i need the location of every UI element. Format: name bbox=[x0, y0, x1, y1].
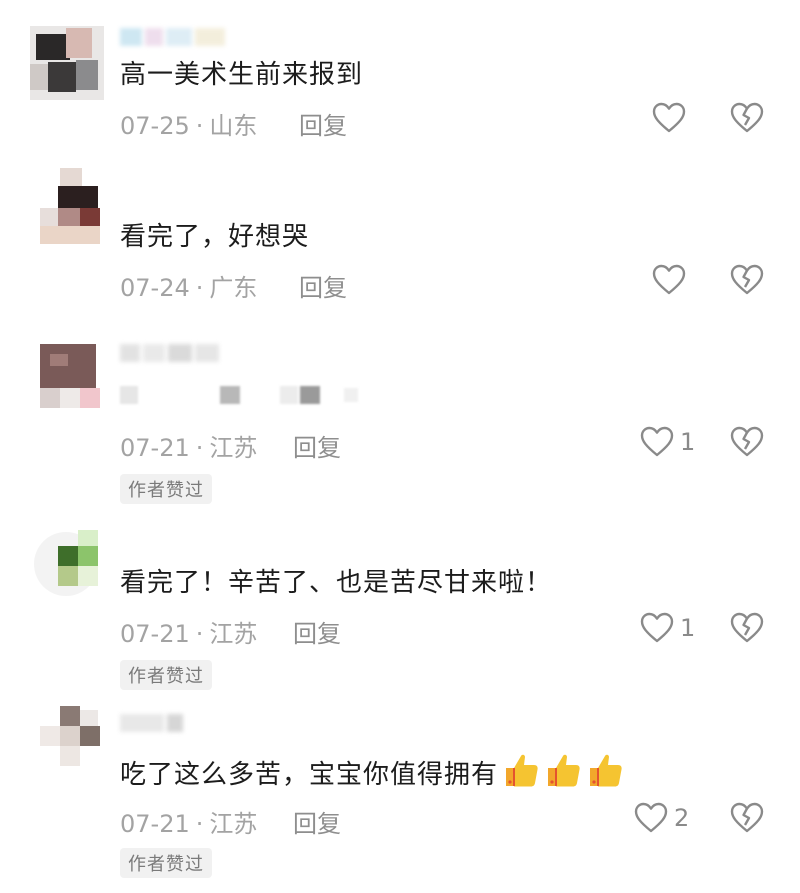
separator: · bbox=[195, 620, 204, 648]
avatar[interactable] bbox=[36, 340, 102, 410]
author-liked-badge: 作者赞过 bbox=[120, 660, 212, 690]
broken-heart-icon[interactable] bbox=[730, 802, 764, 834]
comment-text: 看完了，好想哭 bbox=[120, 222, 310, 252]
like-button[interactable]: 1 bbox=[640, 612, 695, 644]
comment-date: 07-21 bbox=[120, 434, 190, 462]
like-count: 1 bbox=[680, 428, 696, 456]
separator: · bbox=[195, 810, 204, 838]
comment-meta: 07-25 · 山东 回复 bbox=[120, 106, 347, 141]
heart-icon bbox=[640, 426, 674, 458]
author-liked-badge: 作者赞过 bbox=[120, 474, 212, 504]
separator: · bbox=[195, 274, 204, 302]
reply-button[interactable]: 回复 bbox=[293, 810, 341, 838]
broken-heart-icon[interactable] bbox=[730, 426, 764, 458]
comment-location: 广东 bbox=[209, 274, 258, 302]
reply-button[interactable]: 回复 bbox=[299, 112, 347, 140]
comment-location: 江苏 bbox=[209, 434, 258, 462]
comment-location: 山东 bbox=[209, 112, 258, 140]
heart-icon bbox=[652, 264, 686, 296]
comment-meta: 07-24 · 广东 回复 bbox=[120, 268, 347, 303]
broken-heart-icon[interactable] bbox=[730, 264, 764, 296]
comment-location: 江苏 bbox=[209, 620, 258, 648]
comment-date: 07-24 bbox=[120, 274, 190, 302]
comment-text-content: 吃了这么多苦，宝宝你值得拥有 bbox=[120, 760, 499, 790]
thumbs-up-icon bbox=[502, 752, 540, 799]
comment-meta: 07-21 · 江苏 回复 bbox=[120, 428, 341, 463]
comment-date: 07-25 bbox=[120, 112, 190, 140]
heart-icon bbox=[634, 802, 668, 834]
comment-meta: 07-21 · 江苏 回复 bbox=[120, 804, 341, 839]
like-button[interactable]: 1 bbox=[640, 426, 695, 458]
broken-heart-icon[interactable] bbox=[730, 612, 764, 644]
like-button[interactable] bbox=[652, 102, 686, 134]
avatar[interactable] bbox=[30, 528, 102, 600]
reply-button[interactable]: 回复 bbox=[299, 274, 347, 302]
username-blurred[interactable] bbox=[120, 28, 228, 50]
comment-text: 看完了！辛苦了、也是苦尽甘来啦！ bbox=[120, 568, 553, 598]
avatar[interactable] bbox=[40, 168, 102, 248]
reply-button[interactable]: 回复 bbox=[293, 620, 341, 648]
avatar[interactable] bbox=[30, 26, 104, 100]
comment-text: 高一美术生前来报到 bbox=[120, 60, 364, 90]
like-count: 1 bbox=[680, 614, 696, 642]
username-blurred[interactable] bbox=[120, 714, 186, 736]
heart-icon bbox=[640, 612, 674, 644]
broken-heart-icon[interactable] bbox=[730, 102, 764, 134]
comment-location: 江苏 bbox=[209, 810, 258, 838]
comment-date: 07-21 bbox=[120, 810, 190, 838]
thumbs-up-icon bbox=[586, 752, 624, 799]
comment-text-blurred bbox=[120, 384, 360, 406]
comment-text: 吃了这么多苦，宝宝你值得拥有 bbox=[120, 752, 624, 799]
separator: · bbox=[195, 434, 204, 462]
username-blurred[interactable] bbox=[120, 344, 222, 366]
like-button[interactable] bbox=[652, 264, 686, 296]
comment-date: 07-21 bbox=[120, 620, 190, 648]
author-liked-badge: 作者赞过 bbox=[120, 848, 212, 878]
heart-icon bbox=[652, 102, 686, 134]
thumbs-up-icon bbox=[544, 752, 582, 799]
avatar[interactable] bbox=[36, 704, 106, 770]
separator: · bbox=[195, 112, 204, 140]
reply-button[interactable]: 回复 bbox=[293, 434, 341, 462]
like-count: 2 bbox=[674, 804, 690, 832]
comment-meta: 07-21 · 江苏 回复 bbox=[120, 614, 341, 649]
like-button[interactable]: 2 bbox=[634, 802, 689, 834]
